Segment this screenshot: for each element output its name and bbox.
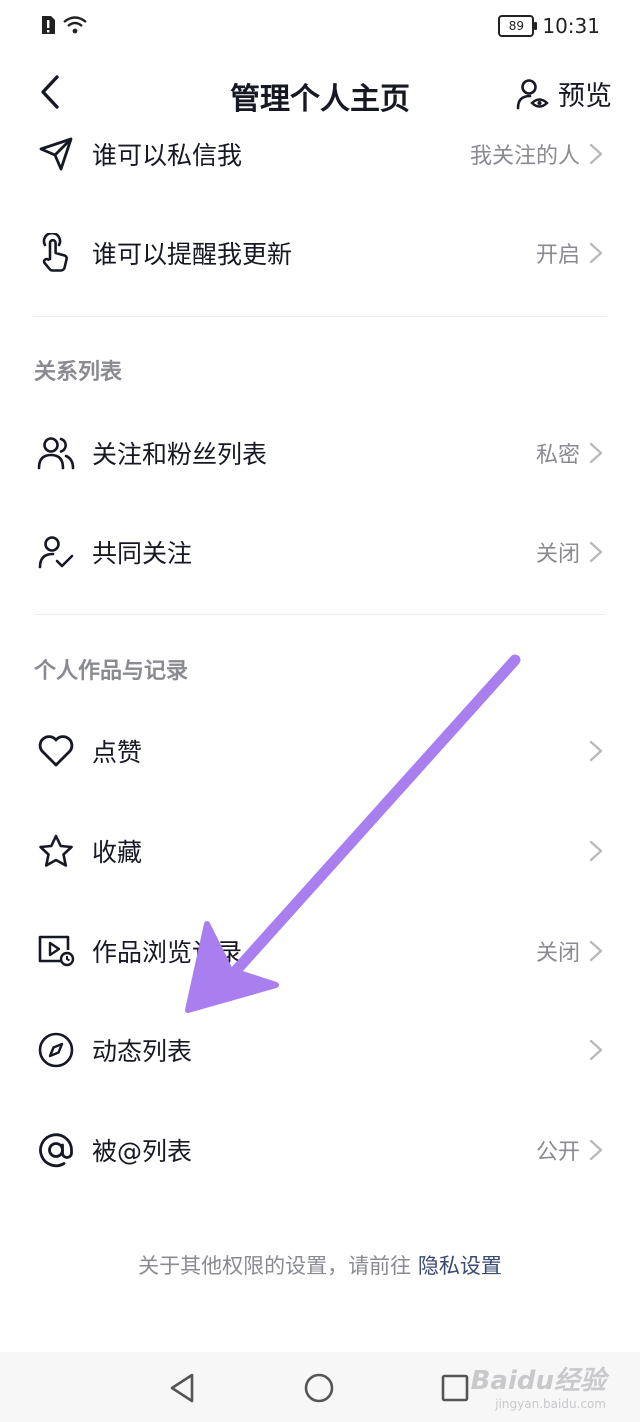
divider (34, 614, 606, 615)
row-label: 关注和粉丝列表 (92, 440, 268, 469)
row-likes[interactable]: 点赞 (0, 701, 640, 801)
wifi-icon (63, 16, 87, 34)
row-label: 动态列表 (92, 1037, 193, 1066)
square-recents-icon (441, 1374, 469, 1402)
chevron-right-icon (589, 541, 603, 563)
watermark-brand: Baidu经验 (470, 1366, 606, 1396)
row-works-history[interactable]: 作品浏览记录 关闭 (0, 901, 640, 1001)
row-label: 点赞 (92, 738, 143, 767)
row-label: 共同关注 (92, 539, 193, 568)
chevron-right-icon (589, 1039, 603, 1061)
compass-icon (36, 1030, 76, 1070)
user-check-icon (36, 532, 76, 572)
users-icon (36, 433, 76, 473)
row-label: 作品浏览记录 (92, 938, 243, 967)
sim-alert-icon (42, 16, 55, 34)
battery-indicator: 89 (498, 15, 538, 37)
row-value: 关闭 (535, 542, 580, 567)
divider (34, 316, 606, 317)
row-follow-fans-list[interactable]: 关注和粉丝列表 私密 (0, 403, 640, 503)
row-value: 我关注的人 (469, 144, 580, 169)
footer-note: 关于其他权限的设置，请前往 隐私设置 (0, 1250, 640, 1280)
chevron-right-icon (589, 740, 603, 762)
at-icon (36, 1130, 76, 1170)
row-mutual-follow[interactable]: 共同关注 关闭 (0, 502, 640, 602)
circle-home-icon (304, 1373, 334, 1403)
row-value: 关闭 (535, 941, 580, 966)
triangle-back-icon (170, 1373, 194, 1403)
status-bar: 89 10:31 (0, 0, 640, 56)
row-label: 被@列表 (92, 1137, 193, 1166)
chevron-right-icon (589, 242, 603, 264)
row-label: 收藏 (92, 838, 143, 867)
chevron-right-icon (589, 442, 603, 464)
watermark-url: jingyan.baidu.com (495, 1397, 606, 1411)
row-favorites[interactable]: 收藏 (0, 801, 640, 901)
baidu-watermark: Baidu经验 jingyan.baidu.com (471, 1360, 606, 1411)
row-who-can-remind[interactable]: 谁可以提醒我更新 开启 (0, 203, 640, 303)
status-right: 89 10:31 (498, 14, 600, 38)
section-title-works: 个人作品与记录 (34, 659, 189, 684)
star-icon (36, 831, 76, 871)
chevron-right-icon (589, 1139, 603, 1161)
footer-note-text: 关于其他权限的设置，请前往 (138, 1254, 412, 1278)
row-label: 谁可以提醒我更新 (92, 240, 293, 269)
video-history-icon (36, 931, 76, 971)
status-left (40, 14, 88, 36)
row-value: 公开 (535, 1140, 580, 1165)
privacy-settings-link[interactable]: 隐私设置 (418, 1254, 502, 1278)
row-value: 开启 (535, 243, 580, 268)
section-title-relations: 关系列表 (34, 360, 123, 385)
clock: 10:31 (542, 14, 600, 38)
row-mentions-list[interactable]: 被@列表 公开 (0, 1100, 640, 1200)
row-value: 私密 (535, 443, 580, 468)
system-recents-button[interactable] (437, 1370, 473, 1406)
row-label: 谁可以私信我 (92, 141, 243, 170)
row-moments-list[interactable]: 动态列表 (0, 1000, 640, 1100)
chevron-right-icon (589, 143, 603, 165)
chevron-right-icon (589, 840, 603, 862)
tap-hand-icon (36, 233, 76, 273)
row-who-can-message[interactable]: 谁可以私信我 我关注的人 (0, 104, 640, 204)
send-icon (36, 134, 76, 174)
chevron-right-icon (589, 940, 603, 962)
system-back-button[interactable] (164, 1370, 200, 1406)
heart-icon (36, 731, 76, 771)
system-home-button[interactable] (301, 1370, 337, 1406)
